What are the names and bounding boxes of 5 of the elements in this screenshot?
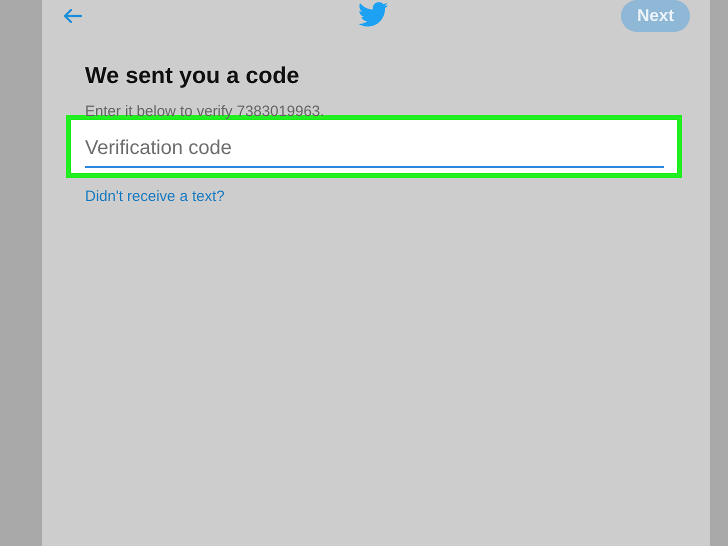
verification-code-field[interactable]: Verification code	[76, 125, 672, 168]
back-arrow-icon[interactable]	[62, 8, 82, 24]
resend-code-link[interactable]: Didn't receive a text?	[85, 188, 225, 205]
bird-logo-icon	[358, 2, 388, 27]
page-title: We sent you a code	[85, 62, 300, 89]
